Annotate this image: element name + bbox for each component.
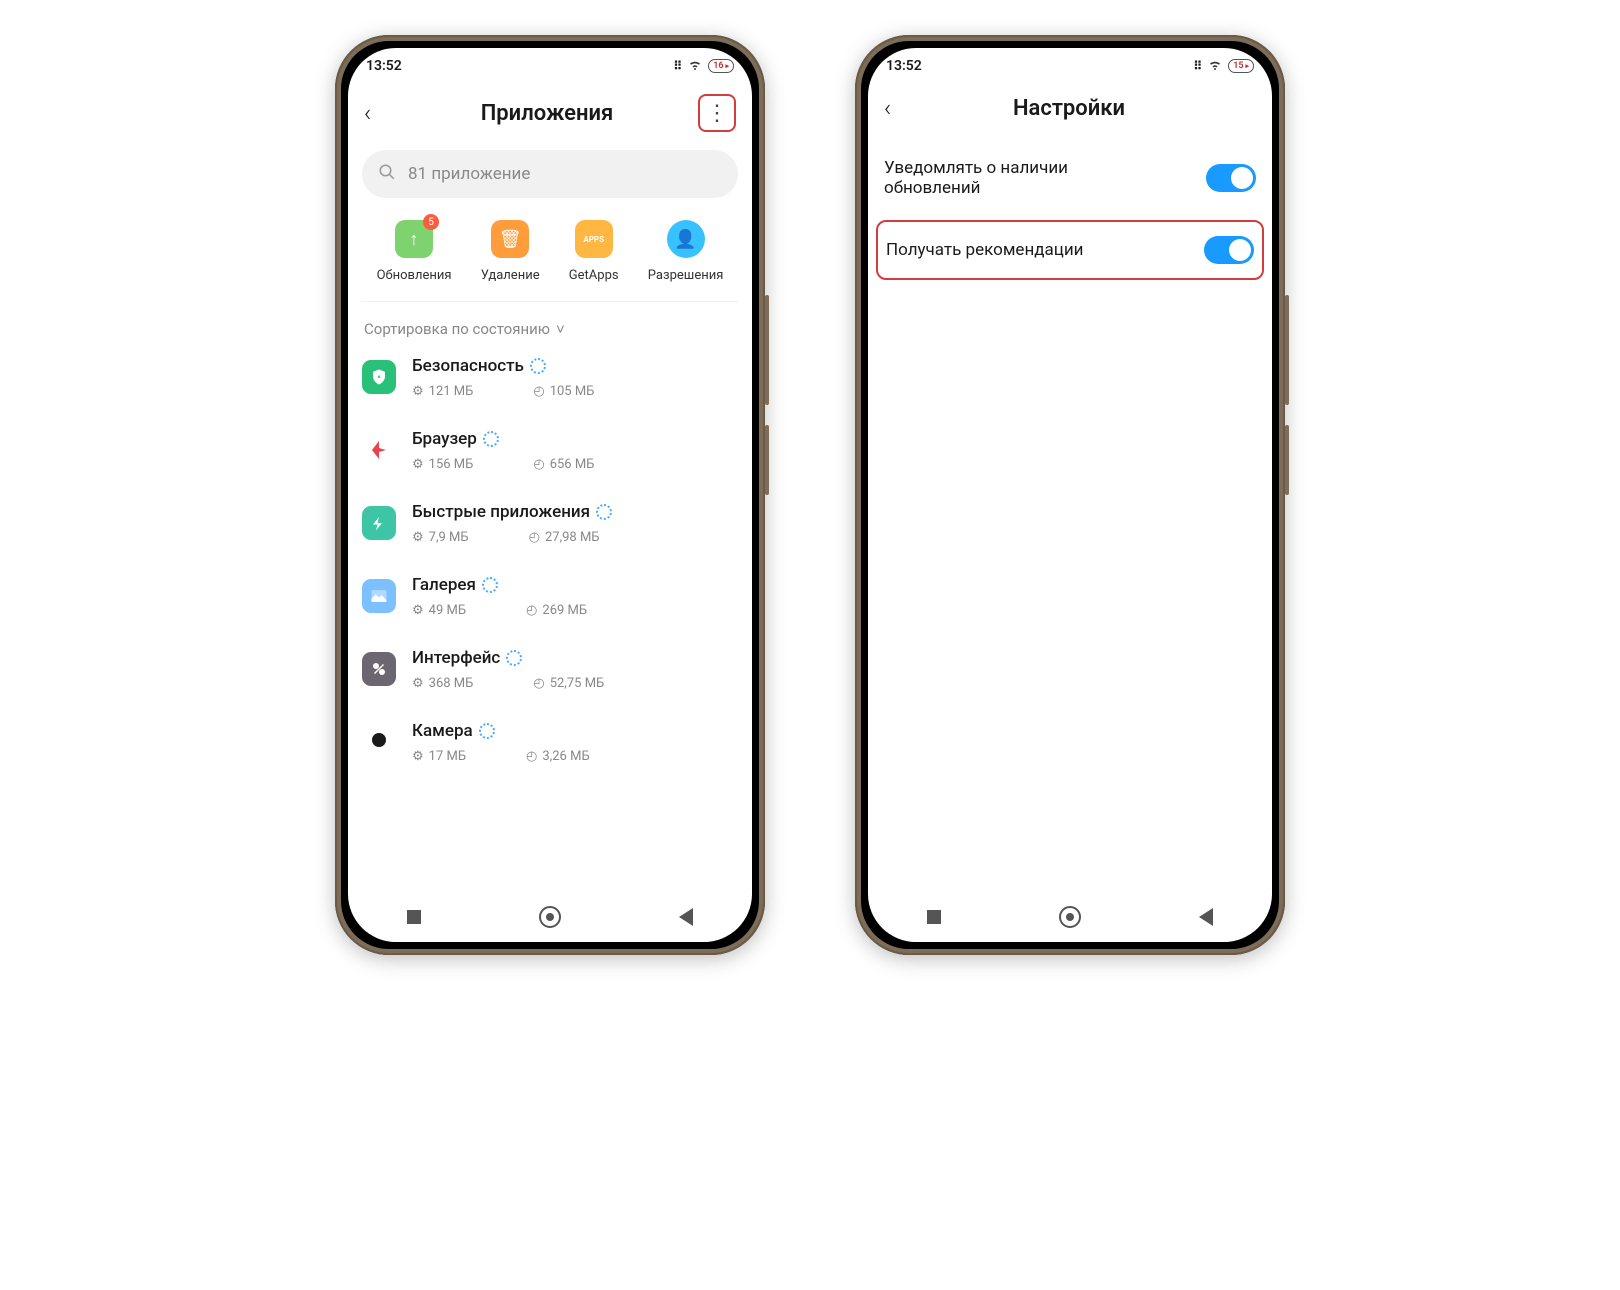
phone-right: 13:52 ⠿ 15 ‹ Настройки Уведомлять о нали…: [855, 35, 1285, 955]
quick-delete[interactable]: 🗑 Удаление: [481, 220, 540, 283]
app-icon: [362, 652, 396, 686]
getapps-icon: APPS: [575, 220, 613, 258]
app-time: ◴ 269 МБ: [526, 603, 587, 618]
app-quickapps[interactable]: Быстрые приложения ⚙ 7,9 МБ ◴ 27,98 МБ: [362, 502, 738, 545]
nav-back-button[interactable]: [679, 908, 693, 926]
app-time: ◴ 3,26 МБ: [526, 749, 590, 764]
app-icon: [362, 433, 396, 467]
battery-icon: 15: [1228, 59, 1254, 73]
app-gallery[interactable]: Галерея ⚙ 49 МБ ◴ 269 МБ: [362, 575, 738, 618]
page-title: Настройки: [916, 96, 1222, 121]
toggle-switch[interactable]: [1206, 164, 1256, 192]
nav-recent-button[interactable]: [927, 910, 941, 924]
nav-home-button[interactable]: [539, 906, 561, 928]
status-bar: 13:52 ⠿ 16: [348, 48, 752, 84]
loading-icon: [482, 577, 498, 593]
app-size: ⚙ 17 МБ: [412, 749, 466, 764]
permissions-icon: 👤: [667, 220, 705, 258]
app-time: ◴ 105 МБ: [533, 384, 594, 399]
app-time: ◴ 656 МБ: [533, 457, 594, 472]
app-interface[interactable]: Интерфейс ⚙ 368 МБ ◴ 52,75 МБ: [362, 648, 738, 691]
app-browser[interactable]: Браузер ⚙ 156 МБ ◴ 656 МБ: [362, 429, 738, 472]
app-security[interactable]: Безопасность ⚙ 121 МБ ◴ 105 МБ: [362, 356, 738, 399]
nav-recent-button[interactable]: [407, 910, 421, 924]
delete-icon: 🗑: [491, 220, 529, 258]
app-size: ⚙ 121 МБ: [412, 384, 473, 399]
app-icon: [362, 579, 396, 613]
loading-icon: [530, 358, 546, 374]
loading-icon: [596, 504, 612, 520]
app-icon: [362, 360, 396, 394]
app-icon: [362, 506, 396, 540]
status-time: 13:52: [366, 58, 402, 74]
app-time: ◴ 27,98 МБ: [529, 530, 600, 545]
updates-badge: 5: [423, 214, 439, 230]
quick-updates[interactable]: ↑ 5 Обновления: [377, 220, 452, 283]
app-size: ⚙ 49 МБ: [412, 603, 466, 618]
updates-icon: ↑ 5: [395, 220, 433, 258]
loading-icon: [479, 723, 495, 739]
settings-list: Уведомлять о наличии обновлений Получать…: [868, 140, 1272, 284]
page-title: Приложения: [396, 101, 698, 126]
sort-button[interactable]: Сортировка по состоянию ˅: [364, 320, 738, 338]
signal-icon: ⠿: [673, 59, 682, 73]
app-size: ⚙ 156 МБ: [412, 457, 473, 472]
screen-apps: 13:52 ⠿ 16 ‹ Приложения ⋮ 81 приложение: [348, 48, 752, 942]
android-nav-bar: [868, 892, 1272, 942]
app-size: ⚙ 368 МБ: [412, 676, 473, 691]
more-menu-button[interactable]: ⋮: [698, 94, 736, 132]
app-time: ◴ 52,75 МБ: [533, 676, 604, 691]
search-input[interactable]: 81 приложение: [362, 150, 738, 198]
back-button[interactable]: ‹: [364, 99, 396, 127]
app-icon: [372, 733, 386, 747]
setting-recommendations[interactable]: Получать рекомендации: [876, 220, 1264, 280]
status-icons: ⠿ 15: [1193, 59, 1254, 74]
signal-icon: ⠿: [1193, 59, 1202, 73]
loading-icon: [483, 431, 499, 447]
status-time: 13:52: [886, 58, 922, 74]
back-button[interactable]: ‹: [884, 94, 916, 122]
phone-left: 13:52 ⠿ 16 ‹ Приложения ⋮ 81 приложение: [335, 35, 765, 955]
screen-settings: 13:52 ⠿ 15 ‹ Настройки Уведомлять о нали…: [868, 48, 1272, 942]
search-icon: [378, 163, 396, 186]
loading-icon: [506, 650, 522, 666]
nav-back-button[interactable]: [1199, 908, 1213, 926]
quick-actions-row: ↑ 5 Обновления 🗑 Удаление APPS GetApps 👤…: [362, 220, 738, 302]
toggle-switch[interactable]: [1204, 236, 1254, 264]
wifi-icon: [688, 59, 702, 74]
android-nav-bar: [348, 892, 752, 942]
search-placeholder: 81 приложение: [408, 164, 530, 184]
title-bar: ‹ Настройки: [868, 84, 1272, 140]
wifi-icon: [1208, 59, 1222, 74]
title-bar: ‹ Приложения ⋮: [348, 84, 752, 150]
app-size: ⚙ 7,9 МБ: [412, 530, 469, 545]
setting-notify-updates[interactable]: Уведомлять о наличии обновлений: [868, 140, 1272, 216]
quick-permissions[interactable]: 👤 Разрешения: [648, 220, 724, 283]
quick-getapps[interactable]: APPS GetApps: [569, 220, 619, 283]
status-bar: 13:52 ⠿ 15: [868, 48, 1272, 84]
battery-icon: 16: [708, 59, 734, 73]
status-icons: ⠿ 16: [673, 59, 734, 74]
apps-list: Безопасность ⚙ 121 МБ ◴ 105 МБ Браузер: [362, 356, 738, 764]
app-camera[interactable]: Камера ⚙ 17 МБ ◴ 3,26 МБ: [362, 721, 738, 764]
nav-home-button[interactable]: [1059, 906, 1081, 928]
chevron-down-icon: ˅: [556, 320, 565, 338]
